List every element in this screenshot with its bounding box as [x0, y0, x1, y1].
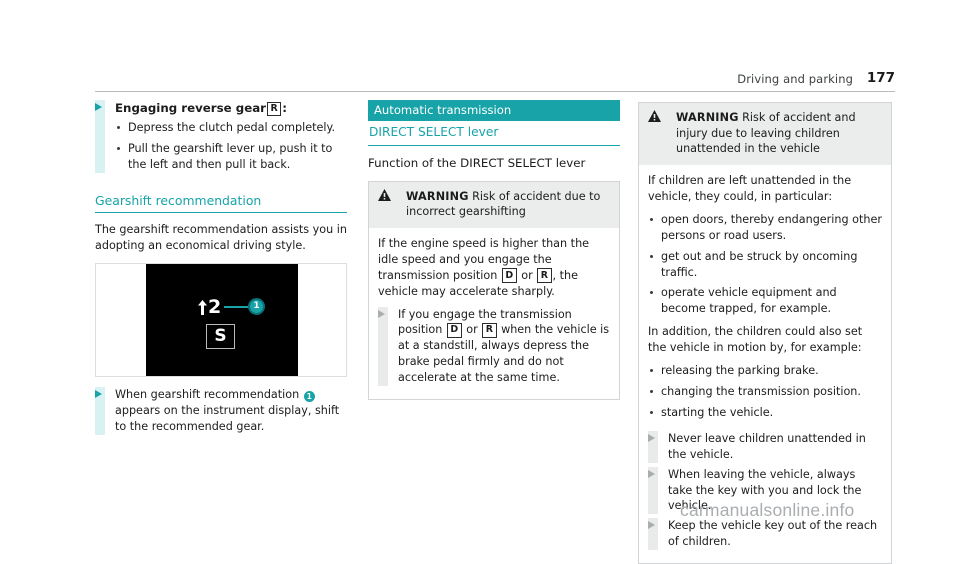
- action-keep-key-away: Keep the vehicle key out of the reach of…: [648, 518, 882, 551]
- warning-header: WARNING Risk of accident due to incorrec…: [369, 181, 619, 228]
- warning-triangle-icon: [648, 110, 661, 122]
- action-text: When gearshift recommendation 1 appears …: [115, 387, 347, 435]
- gear-key-d: D: [446, 322, 462, 338]
- action-text: Never leave children unattended in the v…: [668, 431, 866, 461]
- chapter-bar-automatic-transmission: Automatic transmission: [368, 100, 620, 122]
- warning-label: WARNING: [676, 111, 739, 124]
- warning-intro-1: If children are left unattended in the v…: [648, 174, 852, 203]
- warning-label: WARNING: [406, 189, 469, 203]
- arrow-right-icon: [378, 309, 385, 318]
- gear-recommendation-group: 2 1: [198, 296, 298, 319]
- action-text-before: When gearshift recommendation: [115, 388, 300, 402]
- watermark: carmanualsonline.info: [680, 500, 855, 520]
- action-accent-bar: [378, 306, 388, 387]
- sub-heading-direct-select-lever: DIRECT SELECT lever: [368, 121, 620, 146]
- warning-header: WARNING Risk of accident and injury due …: [639, 103, 891, 166]
- list-item: starting the vehicle.: [648, 405, 882, 421]
- reverse-gear-steps: Depress the clutch pedal completely. Pul…: [115, 120, 347, 173]
- action-engage-transmission-position: If you engage the transmission position …: [378, 306, 610, 387]
- warning-box-gearshifting: WARNING Risk of accident due to incorrec…: [368, 180, 620, 401]
- action-engaging-reverse-gear: Engaging reverse gear R: Depress the clut…: [95, 100, 347, 173]
- up-arrow-icon: [198, 300, 207, 316]
- children-risk-list: open doors, thereby endangering other pe…: [648, 212, 882, 317]
- list-item: changing the transmission position.: [648, 384, 882, 400]
- list-item: releasing the parking brake.: [648, 363, 882, 379]
- manual-page: Driving and parking 177 Engaging reverse…: [0, 0, 960, 564]
- arrow-right-icon: [648, 469, 655, 478]
- warning-triangle-icon: [378, 188, 391, 201]
- action-shift-to-recommended-gear: When gearshift recommendation 1 appears …: [95, 387, 347, 435]
- warning-header-text: WARNING Risk of accident due to incorrec…: [378, 189, 610, 220]
- action-text: If you engage the transmission position …: [398, 307, 610, 387]
- recommended-gear-number: 2: [208, 296, 222, 319]
- page-number: 177: [866, 70, 895, 86]
- right-column: WARNING Risk of accident and injury due …: [638, 100, 892, 564]
- warning-header-text: WARNING Risk of accident and injury due …: [648, 110, 882, 157]
- arrow-right-icon: [95, 390, 102, 399]
- list-item: Depress the clutch pedal completely.: [115, 120, 347, 136]
- warning-body: If the engine speed is higher than the i…: [369, 228, 619, 399]
- gearshift-recommendation-paragraph: The gearshift recommendation assists you…: [95, 223, 347, 253]
- gear-key-r: R: [266, 101, 282, 117]
- transmission-mode-indicator: S: [206, 324, 235, 350]
- figure-instrument-display: 2 1 S: [95, 263, 347, 378]
- list-item: Pull the gearshift lever up, push it to …: [115, 141, 347, 173]
- gear-key-d: D: [501, 268, 517, 284]
- arrow-right-icon: [648, 433, 655, 442]
- header-section-title: Driving and parking: [737, 72, 853, 86]
- gear-key-r: R: [482, 322, 497, 338]
- list-item: open doors, thereby endangering other pe…: [648, 212, 882, 244]
- arrow-right-icon: [648, 521, 655, 530]
- left-column: Engaging reverse gear R: Depress the clut…: [95, 100, 347, 439]
- gear-key-r: R: [537, 268, 552, 284]
- conjunction-or: or: [521, 268, 533, 282]
- action-text-after: appears on the instrument display, shift…: [115, 403, 340, 433]
- list-item: get out and be struck by oncoming traffi…: [648, 249, 882, 281]
- action-text: Engaging reverse gear R:: [115, 100, 347, 117]
- vehicle-motion-list: releasing the parking brake. changing th…: [648, 363, 882, 421]
- warning-intro-2: In addition, the children could also set…: [648, 325, 863, 355]
- action-never-leave-children: Never leave children unattended in the v…: [648, 430, 882, 463]
- middle-column: Automatic transmission DIRECT SELECT lev…: [368, 100, 620, 401]
- instrument-display-screen: 2 1 S: [146, 264, 298, 377]
- arrow-right-icon: [95, 103, 102, 111]
- warning-box-children-unattended: WARNING Risk of accident and injury due …: [638, 102, 892, 564]
- conjunction-or: or: [466, 323, 478, 337]
- header-divider: [95, 91, 895, 92]
- section-title-gearshift-recommendation: Gearshift recommendation: [95, 192, 347, 214]
- action-heading-colon: :: [282, 101, 287, 115]
- list-item: operate vehicle equipment and become tra…: [648, 285, 882, 317]
- callout-badge-1: 1: [303, 391, 315, 403]
- page-header: Driving and parking 177: [95, 70, 895, 92]
- action-text: Keep the vehicle key out of the reach of…: [668, 519, 878, 549]
- warning-paragraph: If the engine speed is higher than the i…: [378, 236, 610, 300]
- body-heading-function-of-lever: Function of the DIRECT SELECT lever: [368, 155, 586, 170]
- action-heading: Engaging reverse gear: [115, 101, 266, 115]
- callout-badge-1: 1: [248, 298, 265, 316]
